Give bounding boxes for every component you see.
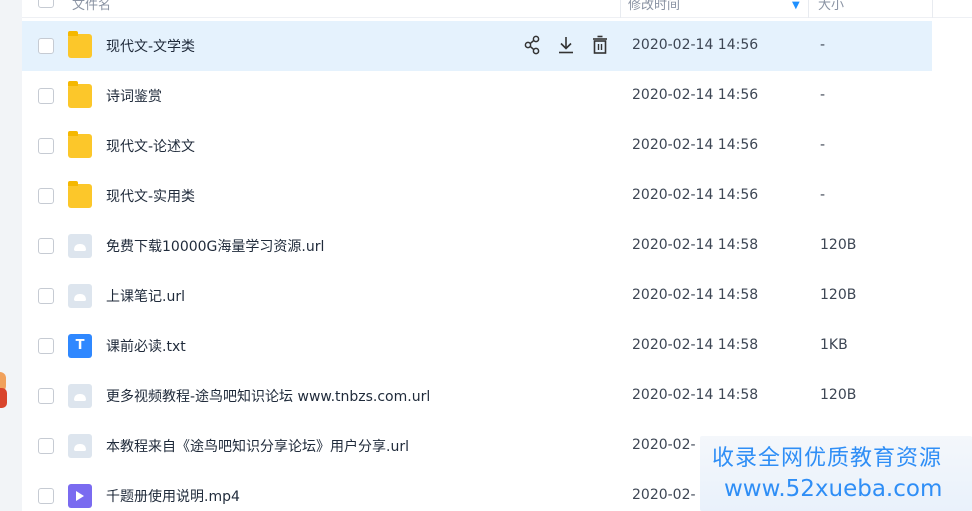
list-item[interactable]: 诗词鉴赏 2020-02-14 14:56 -: [22, 71, 932, 121]
list-item[interactable]: 现代文-文学类 2020-02-14 14:56 -: [22, 21, 932, 71]
file-size: -: [820, 187, 826, 203]
modified-time: 2020-02-14 14:58: [632, 387, 759, 403]
mascot-image: [0, 368, 8, 410]
row-checkbox[interactable]: [38, 438, 54, 454]
row-checkbox[interactable]: [38, 238, 54, 254]
file-name[interactable]: 本教程来自《途鸟吧知识分享论坛》用户分享.url: [106, 436, 409, 456]
row-checkbox[interactable]: [38, 288, 54, 304]
file-size: 120B: [820, 387, 857, 403]
row-checkbox[interactable]: [38, 38, 54, 54]
file-name[interactable]: 更多视频教程-途鸟吧知识论坛 www.tnbzs.com.url: [106, 386, 430, 406]
folder-icon: [68, 31, 92, 58]
modified-time: 2020-02-: [632, 437, 696, 453]
row-checkbox[interactable]: [38, 488, 54, 504]
list-item[interactable]: T 课前必读.txt 2020-02-14 14:58 1KB: [22, 321, 932, 371]
list-item[interactable]: 现代文-实用类 2020-02-14 14:56 -: [22, 171, 932, 221]
file-list: 文件名 修改时间 ▼ 大小 现代文-文学类 2020-02-14 14:56 -…: [22, 0, 972, 511]
watermark-slogan: 收录全网优质教育资源: [712, 446, 943, 471]
header-modified[interactable]: 修改时间: [628, 0, 680, 13]
column-divider[interactable]: [932, 0, 933, 18]
folder-icon: [68, 131, 92, 158]
text-file-icon: T: [68, 334, 92, 358]
file-size: -: [820, 87, 826, 103]
file-name[interactable]: 现代文-文学类: [106, 36, 195, 56]
modified-time: 2020-02-14 14:56: [632, 137, 759, 153]
video-file-icon: [68, 484, 92, 508]
link-file-icon: [68, 434, 92, 458]
list-item[interactable]: 更多视频教程-途鸟吧知识论坛 www.tnbzs.com.url 2020-02…: [22, 371, 932, 421]
file-size: 120B: [820, 237, 857, 253]
list-item[interactable]: 免费下载10000G海量学习资源.url 2020-02-14 14:58 12…: [22, 221, 932, 271]
link-file-icon: [68, 234, 92, 258]
file-name[interactable]: 上课笔记.url: [106, 286, 185, 306]
list-header: 文件名 修改时间 ▼ 大小: [22, 0, 972, 18]
folder-icon: [68, 181, 92, 208]
column-divider[interactable]: [620, 0, 621, 18]
modified-time: 2020-02-14 14:58: [632, 337, 759, 353]
file-name[interactable]: 课前必读.txt: [106, 336, 186, 356]
file-size: -: [820, 137, 826, 153]
row-checkbox[interactable]: [38, 88, 54, 104]
modified-time: 2020-02-14 14:56: [632, 37, 759, 53]
watermark-banner: 收录全网优质教育资源 www.52xueba.com: [700, 436, 972, 511]
delete-icon[interactable]: [590, 34, 610, 56]
download-icon[interactable]: [556, 34, 576, 56]
modified-time: 2020-02-14 14:56: [632, 87, 759, 103]
file-name[interactable]: 诗词鉴赏: [106, 86, 162, 106]
file-name[interactable]: 现代文-实用类: [106, 186, 195, 206]
select-all-checkbox[interactable]: [38, 0, 54, 8]
row-checkbox[interactable]: [38, 138, 54, 154]
list-item[interactable]: 上课笔记.url 2020-02-14 14:58 120B: [22, 271, 932, 321]
share-icon[interactable]: [522, 34, 542, 56]
modified-time: 2020-02-14 14:58: [632, 237, 759, 253]
list-item[interactable]: 现代文-论述文 2020-02-14 14:56 -: [22, 121, 932, 171]
header-size[interactable]: 大小: [818, 0, 844, 13]
modified-time: 2020-02-: [632, 487, 696, 503]
modified-time: 2020-02-14 14:56: [632, 187, 759, 203]
header-name[interactable]: 文件名: [72, 0, 111, 13]
row-checkbox[interactable]: [38, 338, 54, 354]
file-size: 120B: [820, 287, 857, 303]
row-checkbox[interactable]: [38, 388, 54, 404]
file-name[interactable]: 免费下载10000G海量学习资源.url: [106, 236, 324, 256]
link-file-icon: [68, 284, 92, 308]
column-divider[interactable]: [808, 0, 809, 18]
watermark-url: www.52xueba.com: [724, 476, 943, 502]
modified-time: 2020-02-14 14:58: [632, 287, 759, 303]
row-checkbox[interactable]: [38, 188, 54, 204]
folder-icon: [68, 81, 92, 108]
file-size: -: [820, 37, 826, 53]
left-sidebar-edge: [0, 0, 22, 511]
sort-down-icon[interactable]: ▼: [792, 0, 800, 11]
file-name[interactable]: 现代文-论述文: [106, 136, 195, 156]
file-name[interactable]: 千题册使用说明.mp4: [106, 486, 240, 506]
link-file-icon: [68, 384, 92, 408]
file-size: 1KB: [820, 337, 848, 353]
